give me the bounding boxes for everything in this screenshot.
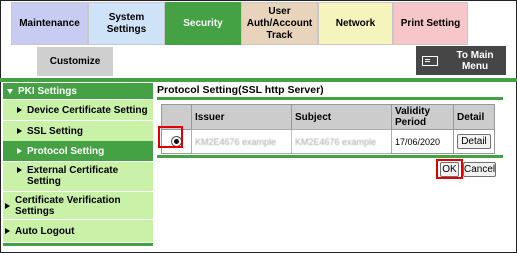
triangle-right-icon: [17, 128, 22, 134]
validity-cell: 17/06/2020: [391, 129, 454, 154]
header-divider: [0, 78, 517, 82]
detail-cell: Detail: [453, 129, 495, 154]
sidebar-item-label: Certificate Verification Settings: [15, 194, 121, 217]
tab-maintenance[interactable]: Maintenance: [11, 2, 88, 45]
radio-highlight-box: [158, 126, 183, 148]
main-menu-icon: [422, 55, 438, 66]
sidebar-item-protocol-setting[interactable]: Protocol Setting: [3, 141, 153, 161]
expanded-triangle-icon: [7, 88, 13, 94]
triangle-right-icon: [5, 228, 10, 234]
sidebar-bottom-rule: [3, 243, 153, 246]
sidebar-item-external-certificate-setting[interactable]: External Certificate Setting: [3, 162, 153, 191]
table-header-row: Issuer Subject Validity Period Detail: [161, 104, 495, 130]
triangle-right-icon: [17, 148, 22, 154]
tab-user-auth-account-track[interactable]: User Auth/Account Track: [241, 2, 318, 45]
content-bottom-rule: [157, 155, 503, 158]
title-divider: [157, 97, 503, 100]
column-header-detail: Detail: [453, 104, 495, 130]
column-header-validity-period: Validity Period: [391, 104, 454, 130]
sidebar-item-label: External Certificate Setting: [27, 165, 119, 187]
table-row: KM2E4676 example KM2E4676 example 17/06/…: [161, 129, 495, 154]
sidebar-item-certificate-verification-settings[interactable]: Certificate Verification Settings: [3, 192, 153, 219]
sidebar-item-device-certificate-setting[interactable]: Device Certificate Setting: [3, 100, 153, 120]
main-menu-label: To Main Menu: [456, 49, 494, 72]
sidebar-item-ssl-setting[interactable]: SSL Setting: [3, 121, 153, 141]
sidebar-item-label: Auto Logout: [15, 225, 75, 237]
tab-print-setting[interactable]: Print Setting: [393, 2, 468, 45]
sidebar-item-label: Device Certificate Setting: [27, 104, 148, 116]
tab-network[interactable]: Network: [318, 2, 393, 45]
triangle-right-icon: [5, 202, 10, 209]
sidebar-item-label: SSL Setting: [27, 125, 83, 137]
tab-security[interactable]: Security: [165, 2, 241, 45]
triangle-right-icon: [17, 167, 22, 173]
ok-highlight-box: OK: [436, 159, 463, 179]
triangle-right-icon: [17, 107, 22, 113]
issuer-cell: KM2E4676 example: [191, 129, 292, 154]
page-title: Protocol Setting(SSL http Server): [157, 84, 324, 96]
cancel-button[interactable]: Cancel: [463, 162, 496, 177]
tab-customize[interactable]: Customize: [37, 47, 113, 76]
sidebar-item-label: Protocol Setting: [27, 145, 105, 157]
column-header-subject: Subject: [291, 104, 392, 130]
sidebar-group-label: PKI Settings: [18, 85, 77, 97]
sidebar-item-auto-logout[interactable]: Auto Logout: [3, 220, 153, 242]
subject-cell: KM2E4676 example: [291, 129, 392, 154]
sidebar-group-pki-settings[interactable]: PKI Settings: [3, 83, 153, 99]
ok-button[interactable]: OK: [440, 161, 459, 177]
certificate-table: Issuer Subject Validity Period Detail KM…: [161, 104, 495, 154]
column-header-issuer: Issuer: [191, 104, 292, 130]
tab-system-settings[interactable]: System Settings: [88, 2, 165, 45]
detail-button[interactable]: Detail: [457, 134, 491, 149]
to-main-menu-button[interactable]: To Main Menu: [416, 46, 506, 75]
